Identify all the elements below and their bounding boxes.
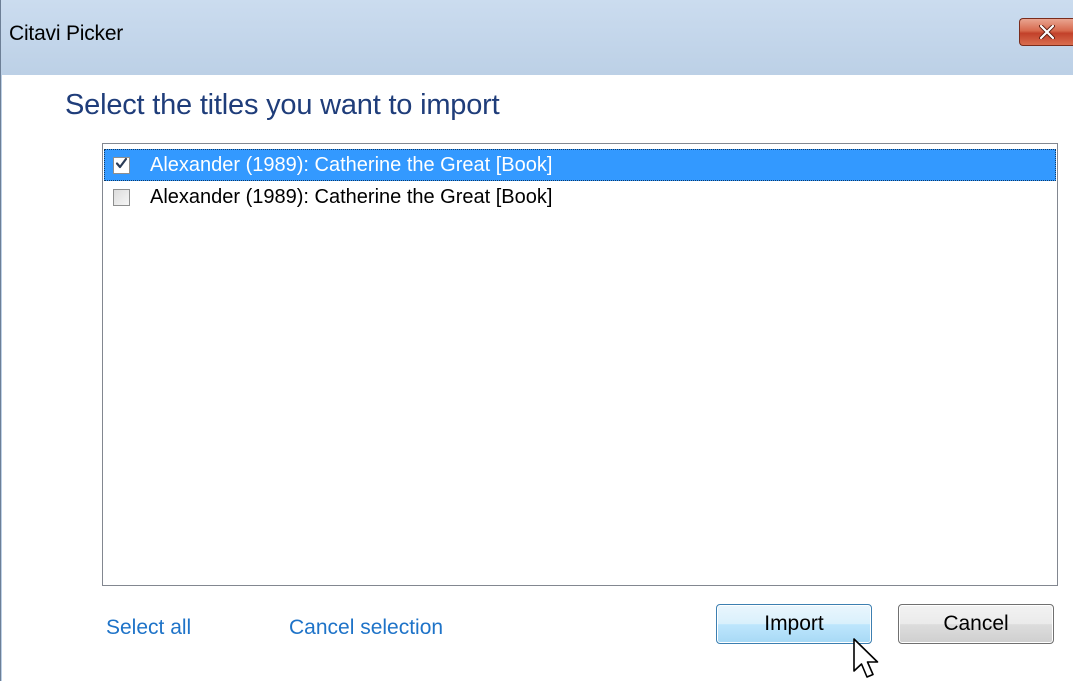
dialog-heading: Select the titles you want to import: [65, 89, 500, 121]
item-checkbox[interactable]: [113, 189, 130, 206]
close-icon: [1039, 25, 1055, 39]
titles-list[interactable]: Alexander (1989): Catherine the Great [B…: [102, 143, 1058, 586]
checkmark-icon: [115, 157, 128, 175]
item-checkbox[interactable]: [113, 157, 130, 174]
close-button[interactable]: [1019, 18, 1073, 46]
list-item[interactable]: Alexander (1989): Catherine the Great [B…: [104, 149, 1056, 181]
list-item-label: Alexander (1989): Catherine the Great [B…: [150, 186, 553, 208]
cancel-button[interactable]: Cancel: [898, 604, 1054, 644]
select-all-link[interactable]: Select all: [106, 616, 191, 640]
citavi-picker-window: Citavi Picker Select the titles you want…: [0, 0, 1073, 681]
list-item[interactable]: Alexander (1989): Catherine the Great [B…: [104, 181, 1056, 213]
title-bar[interactable]: Citavi Picker: [1, 0, 1073, 75]
import-button[interactable]: Import: [716, 604, 872, 644]
list-item-label: Alexander (1989): Catherine the Great [B…: [150, 154, 553, 176]
window-title: Citavi Picker: [9, 22, 124, 45]
cancel-selection-link[interactable]: Cancel selection: [289, 616, 443, 640]
